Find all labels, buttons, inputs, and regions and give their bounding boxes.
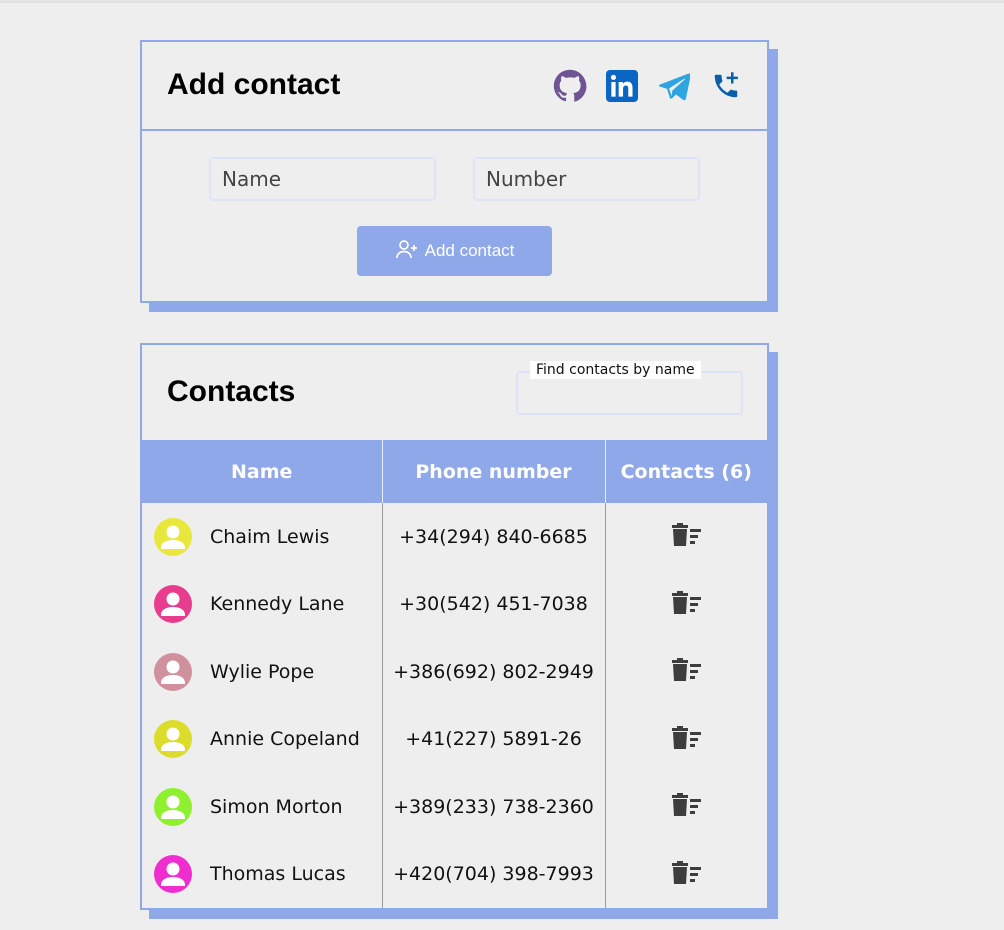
delete-cell bbox=[605, 571, 767, 639]
contact-name-cell: Chaim Lewis bbox=[142, 503, 383, 571]
delete-cell bbox=[605, 841, 767, 909]
add-contact-header: Add contact bbox=[142, 42, 767, 131]
contact-phone: +41(227) 5891-26 bbox=[382, 705, 606, 773]
contact-name: Thomas Lucas bbox=[210, 863, 346, 886]
contact-name-cell: Thomas Lucas bbox=[142, 840, 383, 908]
add-contact-card: Add contact Add contact bbox=[140, 40, 769, 303]
delete-icon[interactable] bbox=[670, 724, 702, 750]
contact-phone: +386(692) 802-2949 bbox=[382, 638, 606, 706]
delete-icon[interactable] bbox=[670, 589, 702, 615]
contact-name-cell: Simon Morton bbox=[142, 773, 383, 841]
delete-cell bbox=[605, 503, 767, 571]
telegram-icon[interactable] bbox=[657, 69, 691, 103]
delete-icon[interactable] bbox=[670, 656, 702, 682]
contact-name: Chaim Lewis bbox=[210, 525, 330, 548]
contact-name-cell: Wylie Pope bbox=[142, 638, 383, 706]
add-contact-button[interactable]: Add contact bbox=[357, 226, 552, 276]
contact-phone: +30(542) 451-7038 bbox=[382, 570, 606, 638]
name-input[interactable] bbox=[209, 157, 436, 201]
avatar bbox=[154, 517, 192, 556]
avatar bbox=[154, 585, 192, 624]
table-row: Simon Morton +389(233) 738-2360 bbox=[142, 773, 767, 841]
contacts-card: Contacts Find contacts by name Name Phon… bbox=[140, 343, 769, 910]
avatar bbox=[154, 855, 192, 894]
avatar bbox=[154, 652, 192, 691]
contact-name-cell: Annie Copeland bbox=[142, 705, 383, 773]
add-contact-button-label: Add contact bbox=[424, 241, 515, 260]
browser-top-edge bbox=[0, 0, 1004, 3]
contact-phone: +389(233) 738-2360 bbox=[382, 773, 606, 841]
table-row: Annie Copeland +41(227) 5891-26 bbox=[142, 705, 767, 774]
search-label: Find contacts by name bbox=[530, 361, 701, 379]
contact-name: Annie Copeland bbox=[210, 728, 360, 751]
contacts-title: Contacts bbox=[167, 375, 296, 408]
contacts-table: Name Phone number Contacts (6) Chaim Lew… bbox=[142, 440, 767, 908]
add-contact-title: Add contact bbox=[167, 68, 341, 101]
table-row: Thomas Lucas +420(704) 398-7993 bbox=[142, 840, 767, 909]
phone-add-icon[interactable] bbox=[709, 69, 743, 103]
table-row: Wylie Pope +386(692) 802-2949 bbox=[142, 638, 767, 706]
header-name: Name bbox=[142, 440, 383, 503]
avatar bbox=[154, 787, 192, 826]
contact-name: Simon Morton bbox=[210, 795, 343, 818]
avatar bbox=[154, 720, 192, 759]
delete-icon[interactable] bbox=[670, 521, 702, 547]
social-links bbox=[553, 69, 743, 103]
add-user-icon bbox=[395, 239, 419, 264]
header-phone: Phone number bbox=[382, 440, 606, 503]
contacts-header: Contacts Find contacts by name bbox=[142, 345, 767, 440]
linkedin-icon[interactable] bbox=[605, 69, 639, 103]
delete-icon[interactable] bbox=[670, 859, 702, 885]
github-icon[interactable] bbox=[553, 69, 587, 103]
delete-icon[interactable] bbox=[670, 791, 702, 817]
table-row: Chaim Lewis +34(294) 840-6685 bbox=[142, 503, 767, 571]
delete-cell bbox=[605, 706, 767, 774]
contact-name: Kennedy Lane bbox=[210, 593, 345, 616]
number-input[interactable] bbox=[473, 157, 700, 201]
header-contacts-count: Contacts (6) bbox=[620, 460, 752, 483]
table-header-row: Name Phone number Contacts (6) bbox=[142, 440, 767, 503]
contact-phone: +420(704) 398-7993 bbox=[382, 840, 606, 908]
delete-cell bbox=[605, 773, 767, 841]
contact-name: Wylie Pope bbox=[210, 660, 315, 683]
table-row: Kennedy Lane +30(542) 451-7038 bbox=[142, 570, 767, 639]
delete-cell bbox=[605, 638, 767, 706]
contact-name-cell: Kennedy Lane bbox=[142, 570, 383, 638]
contact-phone: +34(294) 840-6685 bbox=[382, 503, 606, 571]
